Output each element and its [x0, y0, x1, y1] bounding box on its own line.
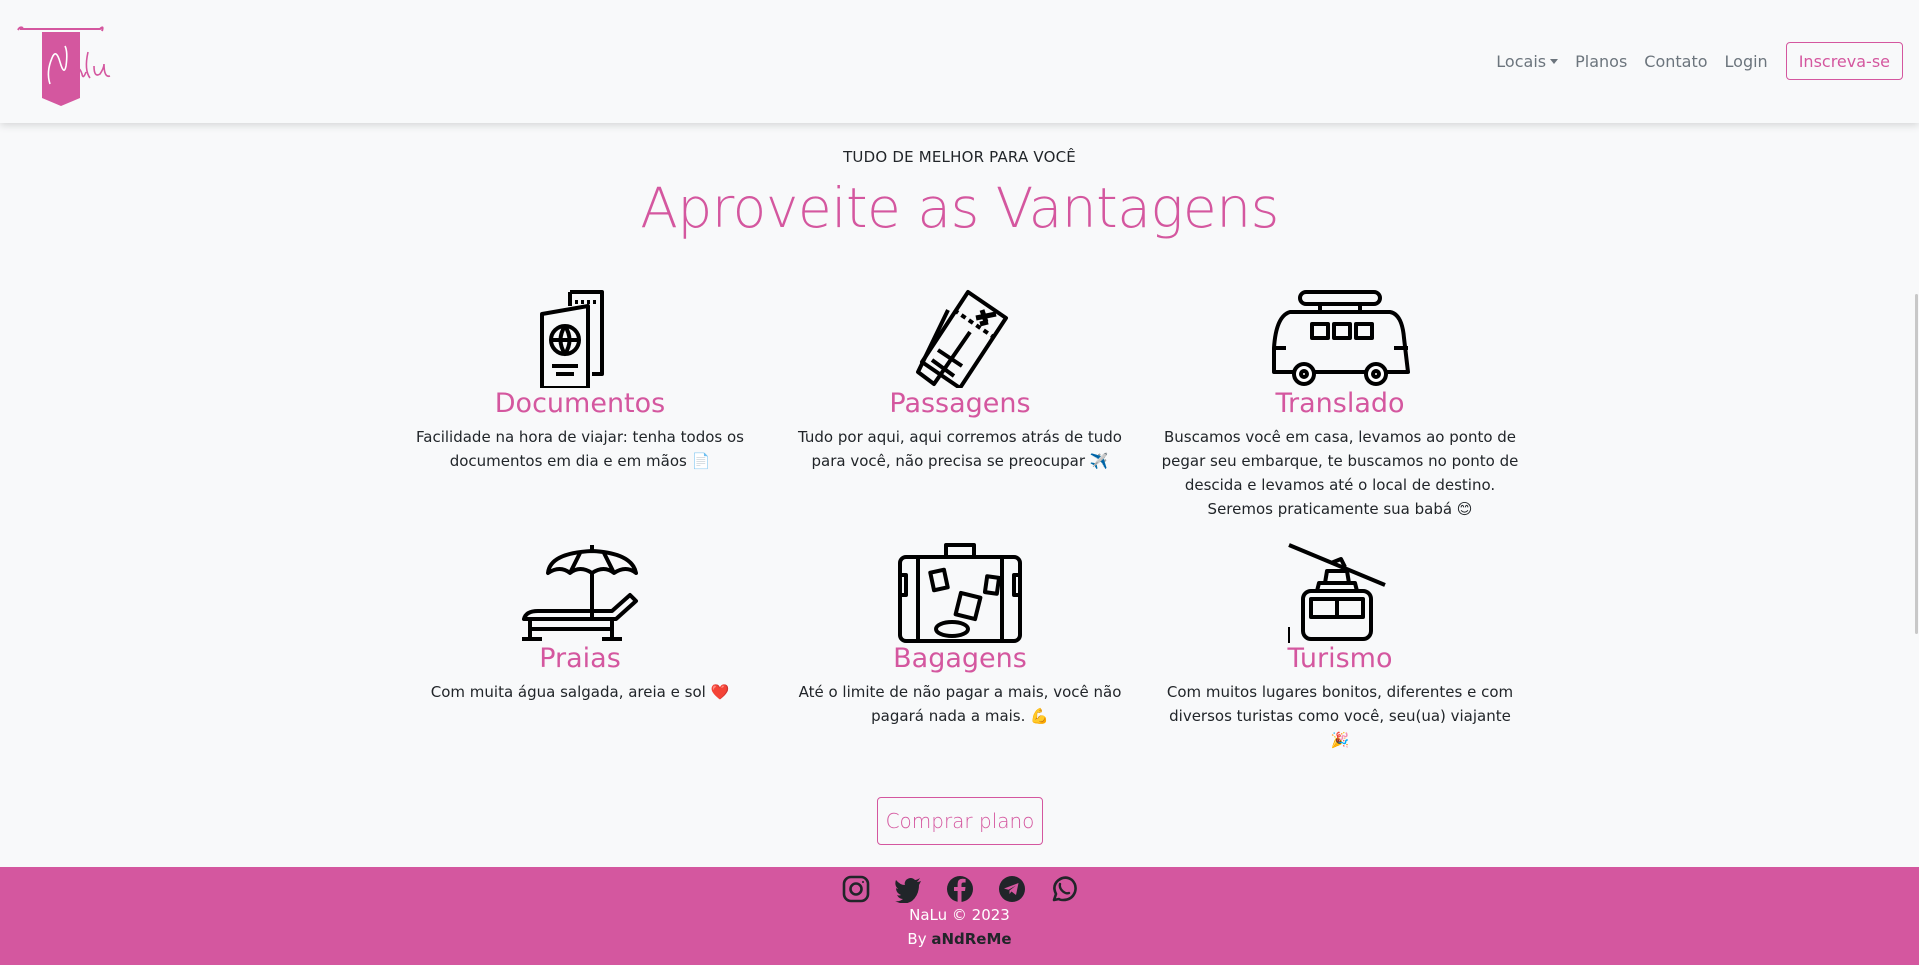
author-name: aNdReMe — [931, 930, 1012, 948]
feature-title: Bagagens — [893, 643, 1027, 674]
beach-chair-icon — [522, 545, 638, 641]
signup-button[interactable]: Inscreva-se — [1785, 42, 1903, 80]
feature-translado: Translado Buscamos você em casa, levamos… — [1160, 288, 1520, 521]
twitter-icon[interactable] — [894, 875, 922, 903]
section-title: Aproveite as Vantagens — [640, 176, 1279, 240]
section-eyebrow: TUDO DE MELHOR PARA VOCÊ — [843, 148, 1076, 166]
feature-title: Documentos — [494, 388, 666, 419]
tickets-icon — [916, 290, 1008, 388]
feature-title: Passagens — [889, 388, 1031, 419]
telegram-icon[interactable] — [998, 875, 1026, 903]
feature-documentos: Documentos Facilidade na hora de viajar:… — [400, 288, 760, 473]
suitcase-icon — [898, 543, 1022, 643]
credit-prefix: By — [907, 930, 932, 948]
social-links — [842, 875, 1078, 903]
whatsapp-icon[interactable] — [1050, 875, 1078, 903]
nav-links: Locais Planos Contato Login Inscreva-se — [1479, 42, 1903, 80]
nav-login[interactable]: Login — [1725, 52, 1768, 71]
feature-text: Buscamos você em casa, levamos ao ponto … — [1161, 428, 1519, 518]
buy-plan-button[interactable]: Comprar plano — [877, 797, 1043, 845]
passport-icon — [540, 290, 604, 388]
van-icon — [1272, 290, 1410, 386]
caret-down-icon — [1550, 58, 1559, 64]
feature-bagagens: Bagagens Até o limite de não pagar a mai… — [780, 543, 1140, 728]
feature-praias: Praias Com muita água salgada, areia e s… — [400, 543, 760, 704]
feature-text: Facilidade na hora de viajar: tenha todo… — [416, 428, 744, 470]
feature-text: Com muitos lugares bonitos, diferentes e… — [1166, 683, 1514, 749]
feature-text: Com muita água salgada, areia e sol ❤️ — [430, 683, 730, 701]
feature-text: Até o limite de não pagar a mais, você n… — [798, 683, 1122, 725]
feature-text: Tudo por aqui, aqui corremos atrás de tu… — [798, 428, 1122, 470]
navbar: Locais Planos Contato Login Inscreva-se — [0, 0, 1919, 123]
feature-passagens: Passagens Tudo por aqui, aqui corremos a… — [780, 288, 1140, 473]
feature-title: Praias — [539, 643, 621, 674]
feature-title: Turismo — [1287, 643, 1393, 674]
credit-line: By aNdReMe — [0, 930, 1919, 948]
feature-turismo: Turismo Com muitos lugares bonitos, dife… — [1160, 543, 1520, 752]
nav-contato[interactable]: Contato — [1644, 52, 1707, 71]
instagram-icon[interactable] — [842, 875, 870, 903]
nav-locais-label: Locais — [1496, 51, 1547, 71]
nalu-logo[interactable] — [16, 22, 136, 106]
copyright-text: NaLu © 2023 — [909, 906, 1010, 924]
scrollbar-thumb[interactable] — [1915, 294, 1918, 634]
facebook-icon[interactable] — [946, 875, 974, 903]
nav-locais-dropdown[interactable]: Locais — [1496, 51, 1559, 71]
cable-car-icon — [1288, 543, 1386, 643]
nav-planos[interactable]: Planos — [1575, 52, 1627, 71]
feature-title: Translado — [1275, 388, 1405, 419]
